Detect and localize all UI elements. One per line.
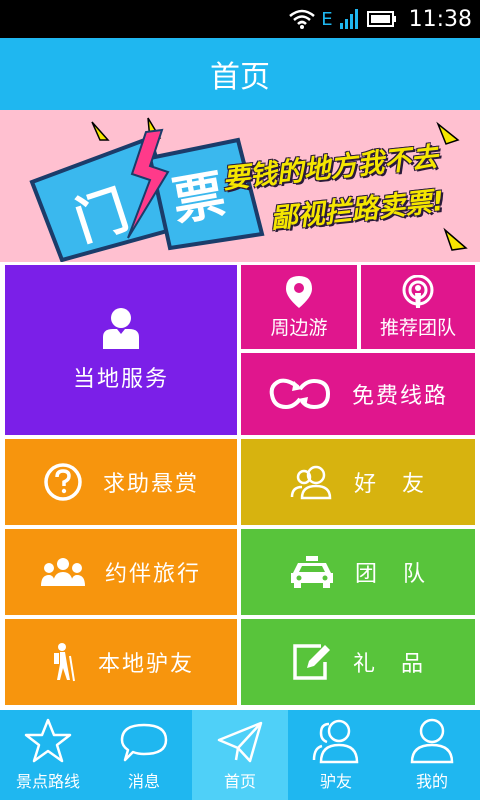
companion-travel-label: 约伴旅行 — [104, 562, 201, 587]
clock: 11:38 — [408, 6, 472, 32]
feature-grid: 当地服务 周边游 推荐团队 免费线路 求助悬赏 好 友 约伴旅行 团 队 本地驴… — [0, 262, 480, 710]
help-reward-tile[interactable]: 求助悬赏 — [5, 439, 237, 525]
star-icon — [24, 718, 72, 763]
signal-icon — [339, 9, 358, 29]
recommended-team-tile[interactable]: 推荐团队 — [361, 265, 475, 349]
concierge-icon — [103, 308, 139, 349]
companion-travel-tile[interactable]: 约伴旅行 — [5, 529, 237, 615]
bottom-tab-bar: 景点路线 消息 首页 驴友 我的 — [0, 710, 480, 800]
tab-label: 驴友 — [319, 772, 352, 791]
loop-arrows-icon — [269, 378, 330, 410]
team-tile[interactable]: 团 队 — [241, 529, 475, 615]
group-icon — [40, 558, 85, 586]
local-friends-label: 本地驴友 — [97, 652, 194, 677]
friends-icon — [290, 465, 332, 500]
battery-icon — [366, 11, 396, 27]
team-label: 团 队 — [354, 562, 427, 587]
tab-label: 消息 — [127, 772, 160, 791]
gifts-label: 礼 品 — [352, 652, 425, 677]
tab-scenic-routes[interactable]: 景点路线 — [0, 710, 96, 800]
chat-bubble-icon — [120, 723, 168, 762]
tab-friends[interactable]: 驴友 — [288, 710, 384, 800]
wifi-icon — [289, 9, 316, 29]
tab-mine[interactable]: 我的 — [384, 710, 480, 800]
tab-label: 景点路线 — [15, 772, 80, 791]
help-question-icon — [44, 463, 82, 501]
local-friends-tile[interactable]: 本地驴友 — [5, 619, 237, 705]
title-bar: 首页 — [0, 38, 480, 110]
page-title: 首页 — [210, 60, 270, 95]
ticket-banner[interactable]: 门 票 要钱的地方我不去 鄙视拦路卖票! — [0, 110, 480, 262]
paper-plane-icon — [217, 721, 263, 763]
tab-label: 首页 — [223, 772, 256, 791]
status-bar: E 11:38 — [0, 0, 480, 38]
hiker-icon — [53, 643, 75, 682]
free-routes-tile[interactable]: 免费线路 — [241, 353, 475, 435]
taxi-icon — [290, 556, 333, 588]
tab-home[interactable]: 首页 — [192, 710, 288, 800]
local-service-tile[interactable]: 当地服务 — [5, 265, 237, 435]
gifts-tile[interactable]: 礼 品 — [241, 619, 475, 705]
users-icon — [312, 719, 359, 764]
recommended-team-label: 推荐团队 — [379, 316, 456, 339]
location-pin-icon — [286, 275, 312, 308]
podcast-icon — [402, 274, 434, 308]
network-type-label: E — [321, 8, 333, 30]
tab-label: 我的 — [415, 772, 448, 791]
help-reward-label: 求助悬赏 — [102, 472, 199, 497]
free-routes-label: 免费线路 — [351, 384, 448, 409]
edit-icon — [293, 644, 330, 680]
friends-tile[interactable]: 好 友 — [241, 439, 475, 525]
user-icon — [410, 718, 454, 764]
nearby-label: 周边游 — [270, 316, 328, 339]
friends-label: 好 友 — [353, 472, 426, 497]
local-service-label: 当地服务 — [72, 367, 169, 392]
tab-messages[interactable]: 消息 — [96, 710, 192, 800]
nearby-tile[interactable]: 周边游 — [241, 265, 357, 349]
